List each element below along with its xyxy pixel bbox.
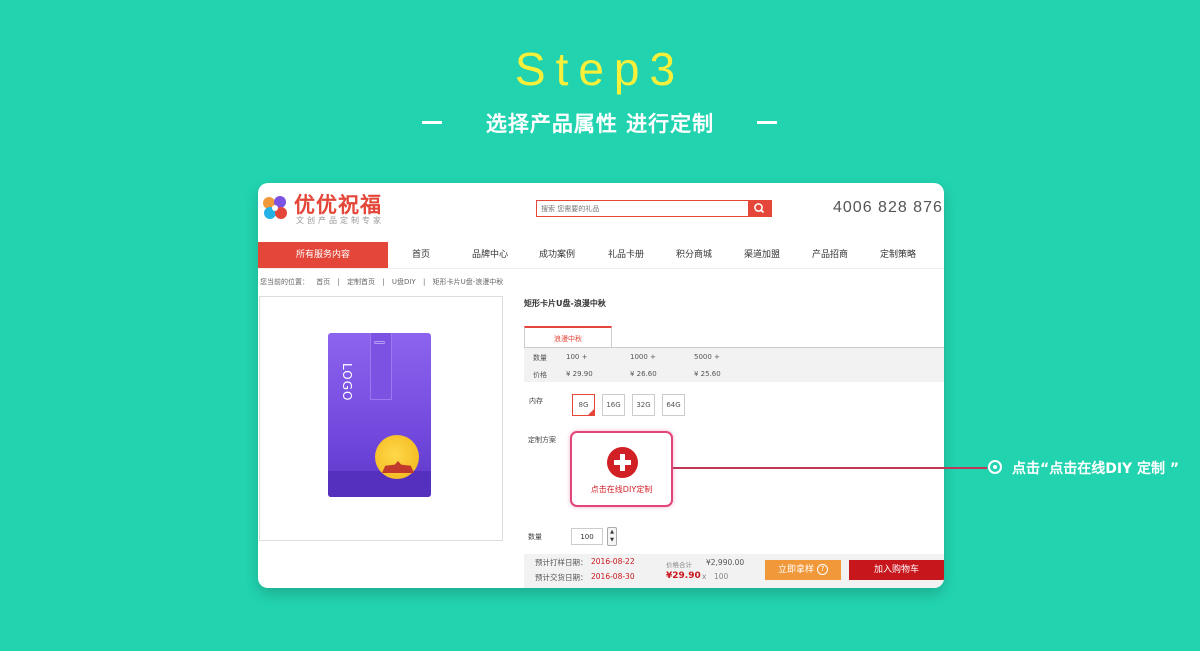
diy-label: 点击在线DIY定制 (590, 485, 653, 494)
qty-row-label: 数量 (533, 354, 547, 362)
breadcrumb-prefix: 您当前的位置： (260, 278, 309, 286)
delivery-date: 2016-08-30 (591, 572, 635, 581)
callout-text: 点击“点击在线DIY 定制 ” (1012, 461, 1180, 477)
breadcrumb-custom-home[interactable]: 定制首页 (347, 278, 375, 286)
nav-item-brand[interactable]: 品牌中心 (455, 242, 525, 268)
breadcrumb-usb-diy[interactable]: U盘DIY (392, 278, 416, 286)
usb-logo-text: LOGO (340, 363, 354, 402)
breadcrumb-home[interactable]: 首页 (316, 278, 330, 286)
tier-price: ¥ 25.60 (694, 370, 721, 378)
nav-item-channel[interactable]: 渠道加盟 (727, 242, 797, 268)
memory-option-8g[interactable]: 8G (572, 394, 595, 416)
product-title: 矩形卡片U盘-浪漫中秋 (524, 299, 606, 308)
logo-flower-icon (263, 196, 287, 219)
tier-qty: 5000 + (694, 353, 720, 361)
help-icon: ? (816, 564, 828, 575)
search-icon (754, 203, 765, 214)
nav-all-services[interactable]: 所有服务内容 (258, 242, 388, 268)
quantity-stepper[interactable]: ▲ ▼ (607, 527, 617, 546)
plus-icon (607, 447, 638, 478)
search-input[interactable] (537, 201, 748, 216)
price-row-label: 价格 (533, 371, 547, 379)
tier-price: ¥ 29.90 (566, 370, 593, 378)
sample-date: 2016-08-22 (591, 557, 635, 566)
product-image-box: LOGO (259, 296, 503, 541)
nav-item-strategy[interactable]: 定制策略 (863, 242, 933, 268)
usb-ground-art (328, 471, 431, 497)
usb-hole (374, 341, 385, 344)
price-tier-table: 数量 100 + 1000 + 5000 + 价格 ¥ 29.90 ¥ 26.6… (524, 347, 944, 382)
callout-target-icon (988, 460, 1002, 474)
total-label: 价格合计 (666, 561, 692, 569)
get-sample-button[interactable]: 立即拿样 ? (765, 560, 841, 580)
add-to-cart-button[interactable]: 加入购物车 (849, 560, 944, 580)
sample-date-label: 预计打样日期： (535, 558, 588, 567)
delivery-date-label: 预计交货日期： (535, 573, 588, 582)
nav-item-gift-cards[interactable]: 礼品卡册 (591, 242, 661, 268)
breadcrumb-sep: | (382, 278, 385, 286)
memory-option-64g[interactable]: 64G (662, 394, 685, 416)
plan-label: 定制方案 (528, 436, 556, 444)
memory-label: 内存 (529, 397, 543, 405)
nav-item-points-mall[interactable]: 积分商城 (659, 242, 729, 268)
breadcrumb: 您当前的位置： 首页 | 定制首页 | U盘DIY | 矩形卡片U盘-浪漫中秋 (260, 277, 508, 287)
subtitle-dash-right (757, 121, 777, 124)
search-bar (536, 200, 772, 217)
tier-price: ¥ 26.60 (630, 370, 657, 378)
memory-option-32g[interactable]: 32G (632, 394, 655, 416)
main-nav: 所有服务内容 首页 品牌中心 成功案例 礼品卡册 积分商城 渠道加盟 产品招商 … (258, 242, 944, 268)
nav-divider (258, 268, 944, 269)
diy-customize-button[interactable]: 点击在线DIY定制 (570, 431, 673, 507)
total-price: ¥2,990.00 (706, 558, 745, 567)
get-sample-label: 立即拿样 (778, 565, 815, 575)
usb-card-image: LOGO (328, 333, 431, 497)
nav-item-investment[interactable]: 产品招商 (795, 242, 865, 268)
nav-item-home[interactable]: 首页 (386, 242, 456, 268)
unit-price: ¥29.90 (666, 571, 701, 581)
memory-option-16g[interactable]: 16G (602, 394, 625, 416)
phone-number: 4006 828 876 (833, 199, 943, 216)
times-sign: x (702, 572, 707, 581)
search-button[interactable] (748, 201, 771, 216)
breadcrumb-sep: | (422, 278, 426, 286)
subtitle: 选择产品属性 进行定制 (485, 112, 715, 136)
quantity-label: 数量 (528, 533, 542, 541)
website-screenshot-card: 优优祝福 文创产品定制专家 4006 828 876 所有服务内容 首页 品牌中… (258, 183, 944, 588)
tier-qty: 100 + (566, 353, 588, 361)
nav-item-cases[interactable]: 成功案例 (522, 242, 592, 268)
unit-qty: 100 (714, 572, 729, 581)
callout-line (673, 467, 987, 469)
breadcrumb-sep: | (337, 278, 340, 286)
variant-tab[interactable]: 浪漫中秋 (524, 326, 612, 348)
breadcrumb-current: 矩形卡片U盘-浪漫中秋 (432, 278, 504, 286)
quantity-input[interactable]: 100 (571, 528, 603, 545)
tier-qty: 1000 + (630, 353, 656, 361)
step-title: Step3 (514, 43, 686, 95)
logo-subtitle: 文创产品定制专家 (296, 216, 384, 225)
